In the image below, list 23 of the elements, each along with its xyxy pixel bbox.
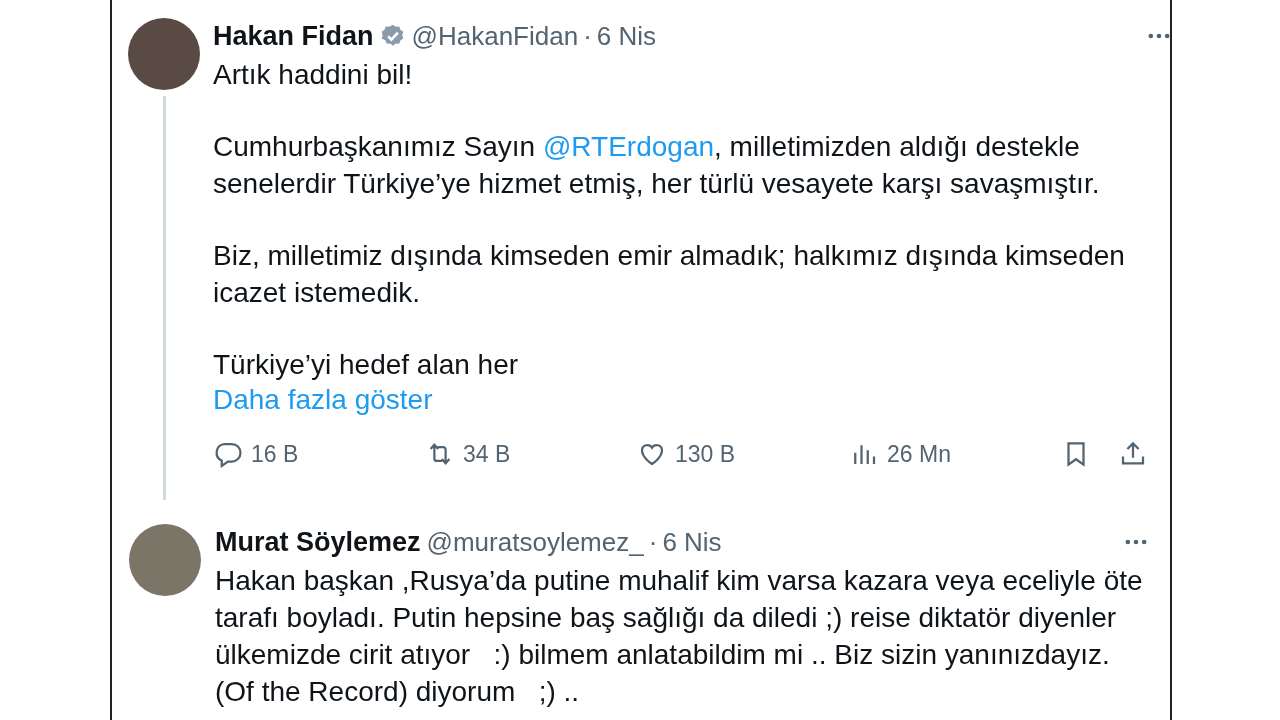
post-text: Biz, milletimiz dışında kimseden emir almadık; halkımız dışında kimseden icazet istemedik. <box>213 239 1126 310</box>
heart-icon[interactable] <box>640 444 664 466</box>
reply-icon[interactable] <box>215 442 242 467</box>
post-text: Türkiye’yi hedef alan her <box>213 348 520 382</box>
author-handle[interactable]: @HakanFidan <box>411 20 579 52</box>
action-count: 26 Mn <box>887 440 951 468</box>
separator-dot: · <box>648 526 658 558</box>
author-handle[interactable]: @muratsoylemez_ <box>426 526 644 558</box>
repost-icon[interactable] <box>429 443 451 465</box>
action-count: 34 B <box>463 440 511 468</box>
post-date[interactable]: 6 Nis <box>662 526 722 558</box>
post-text: Cumhurbaşkanımız Sayın @RTErdogan, milletimizden aldığı destekle senelerdir Türkiye’ye hizmet etmiş, her türlü vesayete karşı savaşmıştır. <box>213 130 1101 201</box>
post-text: Hakan başkan ,Rusya’da putine muhalif kim varsa kazara veya eceliyle öte tarafı boyladı. Putin hepsine baş sağlığı da diledi ;) reise diktatör diyenler ülkemizde cirit atıyor :) bilmem anlatabildim mi .. Biz sizin yanınızdayız. (Of the Record) diyorum ;) .. <box>215 564 1144 709</box>
author-name[interactable]: Murat Söylemez <box>215 526 421 558</box>
bar-chart-icon[interactable] <box>854 444 876 466</box>
action-count: 16 B <box>251 440 299 468</box>
author-name[interactable]: Hakan Fidan <box>213 20 374 52</box>
share-icon[interactable] <box>1121 441 1145 465</box>
action-count: 130 B <box>675 440 736 468</box>
bookmark-icon[interactable] <box>1067 442 1085 467</box>
post-text: Artık haddini bil! <box>213 58 414 92</box>
separator-dot: · <box>583 20 592 52</box>
post-date[interactable]: 6 Nis <box>596 20 657 52</box>
